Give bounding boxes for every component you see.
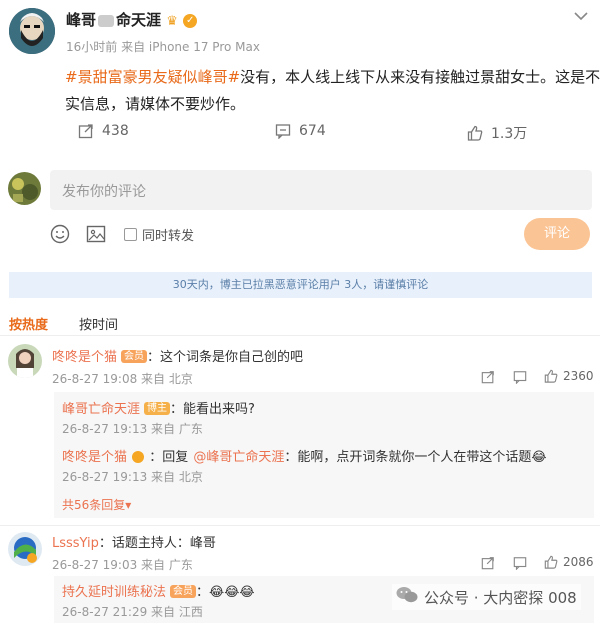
share-icon[interactable] xyxy=(481,556,495,570)
comment-like-button[interactable]: 2360 xyxy=(544,369,594,383)
image-icon[interactable] xyxy=(86,224,106,244)
author-badge: 博主 xyxy=(144,402,171,415)
current-user-avatar xyxy=(8,172,41,205)
repost-checkbox[interactable]: 同时转发 xyxy=(124,225,194,244)
member-badge: 会员 xyxy=(121,350,148,363)
more-replies-link[interactable]: 共56条回复▾ xyxy=(62,496,131,513)
share-icon[interactable] xyxy=(481,370,495,384)
checkbox-icon xyxy=(124,228,137,241)
post-hashtag[interactable]: #景甜富豪男友疑似峰哥# xyxy=(65,68,240,86)
tab-sort-hot[interactable]: 按热度 xyxy=(9,314,48,333)
verified-badge-icon xyxy=(132,450,145,463)
comment-meta: 26-8-27 19:08 来自 北京 xyxy=(52,372,193,386)
commenter-avatar[interactable] xyxy=(8,344,42,378)
comment-like-button[interactable]: 2086 xyxy=(544,555,594,569)
comment-input[interactable]: 发布你的评论 xyxy=(50,170,592,210)
commenter-name[interactable]: 咚咚是个猫 xyxy=(52,350,117,365)
reply-author[interactable]: 咚咚是个猫 xyxy=(62,450,127,465)
commenter-avatar[interactable] xyxy=(8,532,42,566)
mention-link[interactable]: @峰哥亡命天涯 xyxy=(193,450,284,465)
reply-author[interactable]: 峰哥亡命天涯 xyxy=(62,402,140,417)
thumbs-up-icon xyxy=(544,555,558,569)
comment-button[interactable]: 674 xyxy=(275,123,326,139)
author-name[interactable]: 峰哥 命天涯 ♛ ✓ xyxy=(66,9,198,30)
emoji-icon[interactable] xyxy=(50,224,70,244)
divider xyxy=(0,335,600,336)
divider xyxy=(0,525,600,526)
comment-icon xyxy=(275,123,291,139)
comment-icon[interactable] xyxy=(513,370,527,384)
thumbs-up-icon xyxy=(467,125,483,141)
comment-icon[interactable] xyxy=(513,556,527,570)
reply-text: 峰哥亡命天涯 博主 ：能看出来吗? xyxy=(62,402,255,417)
member-badge: 会员 xyxy=(170,585,197,598)
author-avatar[interactable] xyxy=(9,8,55,54)
vip-crown-icon: ♛ xyxy=(166,14,178,29)
comment-text: 咚咚是个猫 会员 ：这个词条是你自己创的吧 xyxy=(52,350,304,365)
reply-meta: 26-8-27 19:13 来自 广东 xyxy=(62,422,203,436)
reply-text: 咚咚是个猫 ：回复 @峰哥亡命天涯：能啊，点开词条就你一个人在带这个话题😂 xyxy=(62,450,547,465)
post-time-source: 16小时前 来自 iPhone 17 Pro Max xyxy=(66,40,260,54)
commenter-name[interactable]: LsssYip xyxy=(52,536,99,551)
block-notice-banner: 30天内，博主已拉黑恶意评论用户 3人，请谨慎评论 xyxy=(9,272,592,298)
like-button[interactable]: 1.3万 xyxy=(467,123,527,143)
tab-sort-time[interactable]: 按时间 xyxy=(79,314,118,333)
repost-button[interactable]: 438 xyxy=(78,123,129,139)
reply-author[interactable]: 持久延时训练秘法 xyxy=(62,585,166,600)
chevron-down-icon[interactable] xyxy=(571,6,591,26)
watermark: 公众号 · 大内密探 008 xyxy=(392,584,581,610)
post-body: #景甜富豪男友疑似峰哥#没有，本人线上线下从来没有接触过景甜女士。这是不 实信息… xyxy=(65,68,600,113)
comment-text: LsssYip：话题主持人：峰哥 xyxy=(52,536,216,551)
reply-meta: 26-8-27 21:29 来自 江西 xyxy=(62,605,203,619)
reply-text: 持久延时训练秘法 会员 ：😂😂😂 xyxy=(62,585,255,600)
submit-comment-button[interactable]: 评论 xyxy=(524,218,590,250)
thumbs-up-icon xyxy=(544,369,558,383)
blur-redaction xyxy=(98,14,115,27)
reply-meta: 26-8-27 19:13 来自 北京 xyxy=(62,470,203,484)
reply-thread: 峰哥亡命天涯 博主 ：能看出来吗? 26-8-27 19:13 来自 广东 咚咚是个… xyxy=(54,392,594,518)
share-icon xyxy=(78,123,94,139)
wechat-logo-icon xyxy=(396,586,418,608)
comment-meta: 26-8-27 19:03 来自 广东 xyxy=(52,558,193,572)
verified-badge-icon: ✓ xyxy=(183,13,198,28)
